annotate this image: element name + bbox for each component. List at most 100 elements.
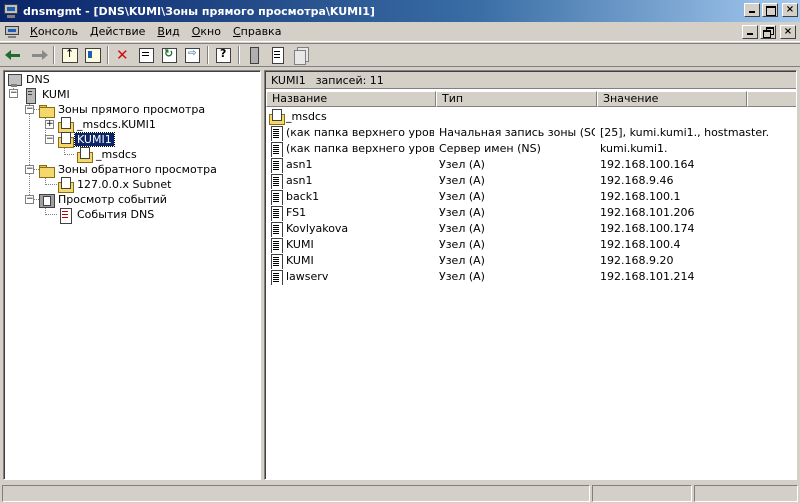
tree-node-dns[interactable]: DNS xyxy=(6,72,52,87)
tree-node-msdcs-zone[interactable]: _msdcs.KUMI1 xyxy=(57,116,158,133)
expander-kumi1-zone[interactable]: − xyxy=(45,135,54,144)
tree-label: KUMI xyxy=(42,88,70,101)
console-tree[interactable]: − − + − − − DNS KUMI Зоны прямого просмо… xyxy=(3,70,261,480)
table-row[interactable]: (как папка верхнего уровня) Сервер имен (… xyxy=(266,141,796,157)
child-close-button[interactable]: × xyxy=(780,25,796,39)
record-name-cell: asn1 xyxy=(268,157,434,173)
dns-record-icon xyxy=(268,157,284,173)
up-folder-icon[interactable] xyxy=(58,45,80,65)
column-header-name[interactable]: Название xyxy=(266,91,436,107)
maximize-button[interactable] xyxy=(762,3,778,17)
record-name-cell: KUMI xyxy=(268,237,434,253)
record-type: Узел (A) xyxy=(439,190,485,203)
record-value: [25], kumi.kumi1., hostmaster. xyxy=(600,126,770,139)
forward-arrow-icon[interactable] xyxy=(27,45,49,65)
record-name: asn1 xyxy=(286,174,313,187)
tree-node-kumi-server[interactable]: KUMI xyxy=(22,87,72,104)
export-list-icon[interactable] xyxy=(181,45,203,65)
menu-window[interactable]: Окно xyxy=(186,23,227,41)
menu-view[interactable]: Вид xyxy=(151,23,185,41)
details-header: KUMI1 записей: 11 xyxy=(266,72,796,89)
zone-icon xyxy=(57,116,74,133)
menu-console[interactable]: Консоль xyxy=(24,23,84,41)
table-row[interactable]: asn1 Узел (A) 192.168.100.164 xyxy=(266,157,796,173)
tree-label: DNS xyxy=(26,73,50,86)
table-row[interactable]: Kovlyakova Узел (A) 192.168.100.174 xyxy=(266,221,796,237)
record-name: KUMI xyxy=(286,238,314,251)
tree-label: 127.0.0.x Subnet xyxy=(77,178,172,191)
child-minimize-button[interactable] xyxy=(742,25,758,39)
details-pane[interactable]: KUMI1 записей: 11 Название Тип Значение _… xyxy=(264,70,797,480)
table-row[interactable]: (как папка верхнего уровня) Начальная зап… xyxy=(266,125,796,141)
expander-forward-zones[interactable]: − xyxy=(25,105,34,114)
event-log-icon xyxy=(57,207,73,224)
record-name-cell: Kovlyakova xyxy=(268,221,434,237)
window-title: dnsmgmt - [DNS\KUMI\Зоны прямого просмот… xyxy=(23,4,375,18)
help-icon[interactable] xyxy=(212,45,234,65)
tree-node-event-viewer[interactable]: Просмотр событий xyxy=(38,192,169,208)
console-window-icon[interactable] xyxy=(4,24,20,40)
tree-line xyxy=(64,147,65,155)
expander-event-viewer[interactable]: − xyxy=(25,195,34,204)
status-cell-main xyxy=(2,485,590,502)
tree-node-forward-zones[interactable]: Зоны прямого просмотра xyxy=(38,102,207,118)
record-name: back1 xyxy=(286,190,320,203)
tree-node-msdcs-sub[interactable]: _msdcs xyxy=(76,146,139,163)
record-value: 192.168.100.1 xyxy=(600,190,681,203)
record-name: KUMI xyxy=(286,254,314,267)
column-header-value[interactable]: Значение xyxy=(597,91,747,107)
record-value: 192.168.100.164 xyxy=(600,158,695,171)
column-header-type[interactable]: Тип xyxy=(436,91,597,107)
dns-record-icon xyxy=(268,269,284,285)
mmc-app-icon[interactable] xyxy=(3,3,19,19)
tree-node-dns-events[interactable]: События DNS xyxy=(57,207,156,224)
back-arrow-icon[interactable] xyxy=(4,45,26,65)
minimize-button[interactable] xyxy=(744,3,760,17)
expander-reverse-zones[interactable]: − xyxy=(25,165,34,174)
table-row[interactable]: _msdcs xyxy=(266,109,796,125)
tree-line xyxy=(45,214,57,215)
record-icon[interactable] xyxy=(266,45,288,65)
close-button[interactable]: × xyxy=(782,3,798,17)
expander-msdcs-zone[interactable]: + xyxy=(45,120,54,129)
title-bar[interactable]: dnsmgmt - [DNS\KUMI\Зоны прямого просмот… xyxy=(0,0,800,22)
dns-record-icon xyxy=(268,253,284,269)
properties-icon[interactable] xyxy=(135,45,157,65)
dns-record-icon xyxy=(268,237,284,253)
column-headers: Название Тип Значение xyxy=(266,91,796,107)
tree-label-selected: KUMI1 xyxy=(74,132,115,147)
zone-name: KUMI1 xyxy=(271,74,306,87)
tree-label: _msdcs xyxy=(96,148,137,161)
copy-records-icon[interactable] xyxy=(289,45,311,65)
table-row[interactable]: FS1 Узел (A) 192.168.101.206 xyxy=(266,205,796,221)
tree-node-reverse-zones[interactable]: Зоны обратного просмотра xyxy=(38,162,219,178)
child-restore-button[interactable] xyxy=(760,25,776,39)
menu-bar: Консоль Действие Вид Окно Справка × xyxy=(0,22,800,42)
folder-icon xyxy=(38,102,55,118)
record-type: Узел (A) xyxy=(439,174,485,187)
toolbar-separator xyxy=(53,46,55,64)
table-row[interactable]: back1 Узел (A) 192.168.100.1 xyxy=(266,189,796,205)
child-window-buttons: × xyxy=(740,25,796,39)
record-name-cell: (как папка верхнего уровня) xyxy=(268,125,434,141)
delete-icon[interactable] xyxy=(112,45,134,65)
tree-node-kumi1-zone[interactable]: KUMI1 xyxy=(57,131,115,148)
show-hide-tree-icon[interactable] xyxy=(81,45,103,65)
menu-help[interactable]: Справка xyxy=(227,23,287,41)
tree-node-subnet[interactable]: 127.0.0.x Subnet xyxy=(57,176,173,193)
record-count: записей: 11 xyxy=(315,74,384,87)
refresh-icon[interactable] xyxy=(158,45,180,65)
expander-kumi-server[interactable]: − xyxy=(9,89,18,98)
table-row[interactable]: lawserv Узел (A) 192.168.101.214 xyxy=(266,269,796,285)
table-row[interactable]: asn1 Узел (A) 192.168.9.46 xyxy=(266,173,796,189)
server-icon xyxy=(22,87,38,104)
dns-record-icon xyxy=(268,221,284,237)
record-type: Узел (A) xyxy=(439,238,485,251)
table-row[interactable]: KUMI Узел (A) 192.168.9.20 xyxy=(266,253,796,269)
server-icon[interactable] xyxy=(243,45,265,65)
menu-action[interactable]: Действие xyxy=(84,23,151,41)
records-list: _msdcs (как папка верхнего уровня) Начальн… xyxy=(266,109,796,285)
record-type: Узел (A) xyxy=(439,158,485,171)
table-row[interactable]: KUMI Узел (A) 192.168.100.4 xyxy=(266,237,796,253)
toolbar-separator xyxy=(107,46,109,64)
